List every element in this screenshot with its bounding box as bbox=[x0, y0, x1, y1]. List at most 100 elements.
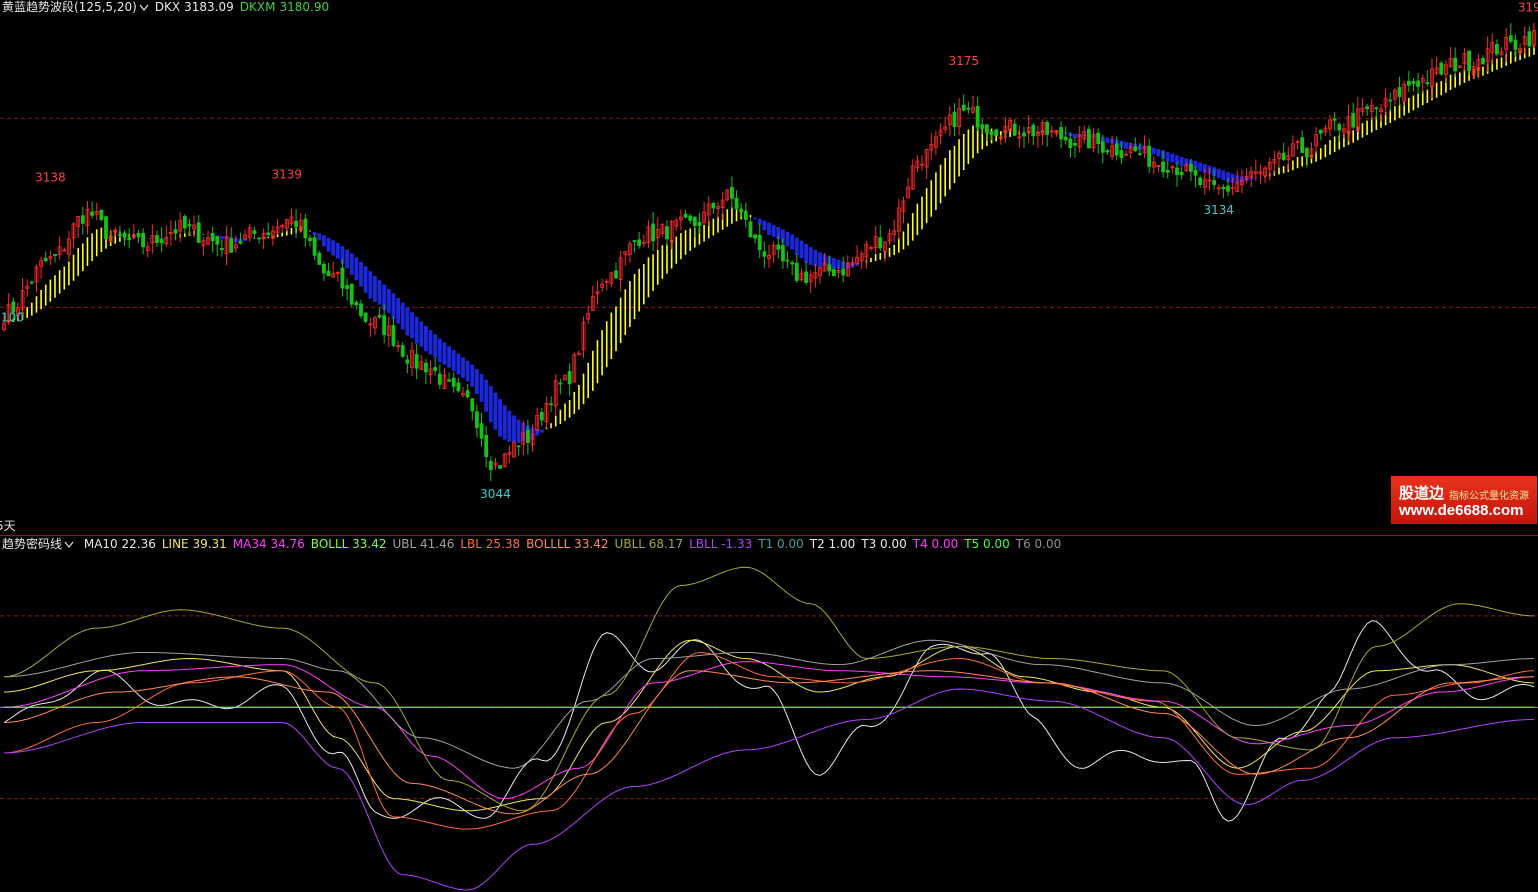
candle-body bbox=[1114, 143, 1119, 156]
candle-body bbox=[1119, 150, 1124, 158]
watermark-url: www.de6688.com bbox=[1399, 502, 1524, 519]
candle-body bbox=[1453, 57, 1458, 72]
series-ubl bbox=[3, 639, 1535, 769]
candle-body bbox=[827, 264, 832, 272]
candle-body bbox=[1481, 57, 1485, 65]
candle-body bbox=[1508, 35, 1513, 42]
candle-body bbox=[1397, 87, 1402, 98]
candle-body bbox=[1063, 136, 1068, 141]
candle-body bbox=[1226, 185, 1230, 192]
candle-body bbox=[539, 411, 544, 421]
candle-body bbox=[952, 111, 957, 127]
candle-body bbox=[516, 445, 521, 448]
candle-body bbox=[155, 235, 159, 243]
candle-body bbox=[391, 325, 396, 346]
candle-body bbox=[1221, 186, 1226, 190]
candle-body bbox=[118, 233, 122, 236]
candle-body bbox=[614, 270, 618, 279]
price-annotation: 3175 bbox=[948, 54, 979, 68]
series-ma34 bbox=[3, 661, 1535, 800]
candle-body bbox=[785, 259, 790, 262]
candle-body bbox=[1068, 138, 1073, 149]
candle-body bbox=[776, 244, 781, 250]
candle-body bbox=[743, 211, 748, 220]
candle-body bbox=[1189, 164, 1193, 172]
bottom-indicator-header: 趋势密码线 MA10 22.36 LINE 39.31 MA34 34.76 BOLL… bbox=[2, 537, 1067, 551]
candle-body bbox=[665, 226, 669, 240]
candle-body bbox=[322, 263, 326, 274]
candle-body bbox=[43, 257, 48, 262]
dkx-value: 3183.09 bbox=[184, 0, 234, 14]
top-indicator-name[interactable]: 黄蓝趋势波段(125,5,20) bbox=[2, 0, 137, 14]
left-period-label: 5天 bbox=[0, 519, 16, 533]
candle-body bbox=[762, 251, 767, 257]
stock-chart[interactable]: 3138 3139 3044 3175 3134 319 3100 5天 bbox=[0, 0, 1538, 892]
candle-body bbox=[29, 281, 34, 284]
chevron-down-icon[interactable] bbox=[139, 0, 149, 14]
candle-body bbox=[90, 211, 94, 216]
candle-body bbox=[692, 216, 697, 227]
candle-body bbox=[1527, 31, 1532, 47]
watermark-subtitle: 指标公式量化资源 bbox=[1449, 491, 1529, 502]
bottom-indicator-name[interactable]: 趋势密码线 bbox=[2, 537, 62, 551]
candle-body bbox=[1012, 123, 1017, 136]
price-annotation: 319 bbox=[1518, 0, 1538, 14]
candle-body bbox=[400, 345, 405, 357]
candle-body bbox=[1133, 146, 1138, 152]
candle-body bbox=[739, 208, 744, 213]
candle-body bbox=[1388, 99, 1393, 102]
candle-body bbox=[637, 239, 642, 246]
candle-body bbox=[484, 435, 489, 458]
candle-body bbox=[1059, 127, 1063, 140]
candle-body bbox=[1193, 169, 1198, 176]
candle-body bbox=[345, 285, 349, 289]
series-ubll bbox=[3, 566, 1535, 812]
legend-ma34: MA34 34.76 bbox=[232, 537, 305, 551]
candle-body bbox=[1161, 161, 1165, 173]
candle-body bbox=[340, 267, 345, 289]
candle-body bbox=[1179, 171, 1184, 176]
watermark-logo: 股道边 指标公式量化资源 www.de6688.com bbox=[1391, 476, 1537, 524]
chevron-down-icon[interactable] bbox=[64, 537, 74, 551]
candle-body bbox=[141, 232, 145, 248]
candle-body bbox=[1165, 169, 1170, 173]
candle-body bbox=[1374, 107, 1379, 110]
legend-bollll: BOLLLL 33.42 bbox=[526, 537, 609, 551]
legend-t4: T4 0.00 bbox=[912, 537, 959, 551]
candle-body bbox=[1105, 150, 1110, 153]
candle-body bbox=[1087, 129, 1091, 149]
candle-body bbox=[99, 209, 104, 221]
candle-body bbox=[711, 203, 716, 209]
candle-body bbox=[734, 197, 739, 209]
series-ma10 bbox=[3, 620, 1535, 822]
candle-body bbox=[1365, 106, 1369, 110]
legend-t2: T2 1.00 bbox=[809, 537, 856, 551]
candle-body bbox=[730, 186, 734, 199]
candle-body bbox=[447, 379, 451, 382]
series-lbll bbox=[3, 688, 1534, 891]
dkxm-value: 3180.90 bbox=[279, 0, 330, 14]
candle-body bbox=[1406, 80, 1411, 86]
candle-body bbox=[173, 229, 178, 234]
candle-body bbox=[1175, 167, 1179, 175]
price-annotation: 3134 bbox=[1203, 203, 1234, 217]
trend-band bbox=[7, 44, 1535, 443]
candle-body bbox=[1467, 50, 1471, 71]
candle-body bbox=[122, 232, 127, 238]
candle-body bbox=[159, 239, 164, 244]
candle-body bbox=[1096, 132, 1101, 144]
candle-body bbox=[80, 215, 85, 224]
candle-body bbox=[549, 403, 553, 406]
candle-body bbox=[966, 107, 971, 110]
candle-body bbox=[488, 460, 493, 471]
top-indicator-header: 黄蓝趋势波段(125,5,20) DKX 3183.09 DKXM 3180.90 bbox=[2, 0, 335, 14]
candle-body bbox=[1337, 124, 1342, 131]
candle-body bbox=[475, 411, 479, 428]
candle-body bbox=[1073, 143, 1077, 146]
legend-ubll: UBLL 68.17 bbox=[614, 537, 684, 551]
candle-body bbox=[257, 237, 261, 240]
candle-body bbox=[437, 373, 442, 385]
candle-body bbox=[196, 222, 201, 243]
price-annotation: 3100 bbox=[0, 310, 24, 324]
candle-body bbox=[1022, 133, 1026, 137]
